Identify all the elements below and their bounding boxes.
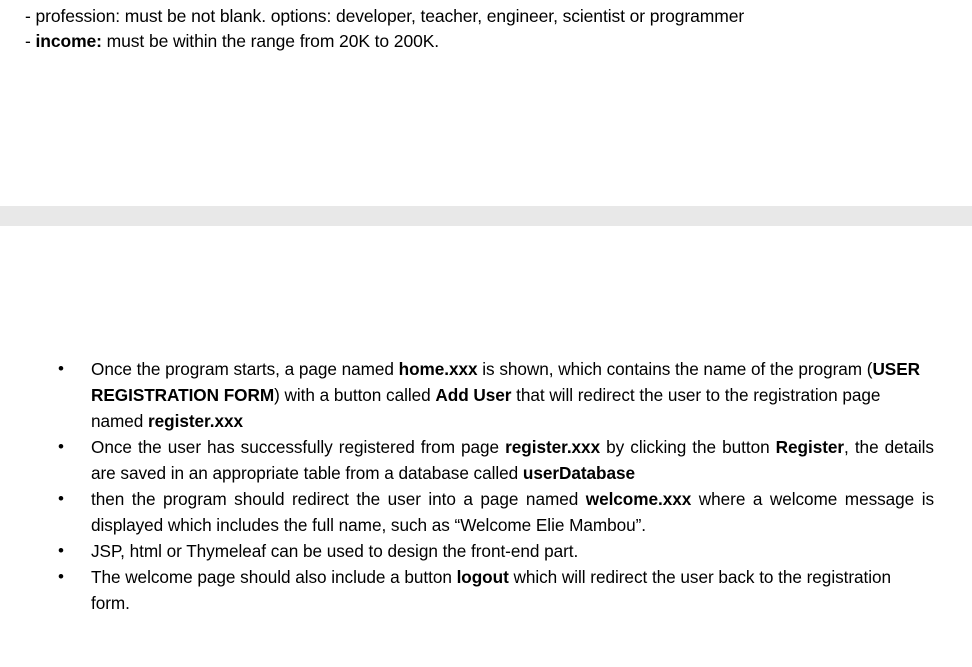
bullet-register-page-run-5-bold: userDatabase: [522, 463, 636, 483]
page-break-separator: [0, 206, 972, 226]
bullet-register-page-text: Once the user has successfully registere…: [91, 434, 934, 486]
bullet-marker-icon: •: [58, 567, 64, 586]
bullet-frontend-tech-run-0: JSP, html or Thymeleaf can be used to de…: [91, 541, 579, 561]
bullet-welcome-page: • then the program should redirect the us…: [0, 486, 972, 538]
document-page-bottom: • Once the program starts, a page named h…: [0, 226, 972, 667]
bullet-welcome-page-run-1-bold: welcome.xxx: [585, 489, 692, 509]
requirements-bullet-list: • Once the program starts, a page named h…: [0, 356, 972, 616]
spec-line-profession-text: - profession: must be not blank. options…: [25, 6, 745, 26]
bullet-logout-button-run-1-bold: logout: [456, 567, 509, 587]
bullet-home-page-run-5-bold: Add User: [435, 385, 512, 405]
bullet-marker-icon: •: [58, 359, 64, 378]
spec-line-income: - income: must be within the range from …: [25, 29, 955, 54]
bullet-register-page-run-3-bold: Register: [775, 437, 845, 457]
bullet-register-page-run-0: Once the user has successfully registere…: [91, 437, 506, 457]
bullet-frontend-tech-text: JSP, html or Thymeleaf can be used to de…: [91, 541, 578, 561]
bullet-home-page-run-7-bold: register.xxx: [148, 411, 243, 431]
bullet-welcome-page-run-0: then the program should redirect the use…: [91, 489, 586, 509]
bullet-home-page-run-0: Once the program starts, a page named: [91, 359, 399, 379]
bullet-home-page-run-4: ) with a button called: [274, 385, 436, 405]
bullet-home-page-run-1-bold: home.xxx: [398, 359, 478, 379]
document-page-top: - profession: must be not blank. options…: [0, 0, 972, 206]
bullet-home-page-run-2: is shown, which contains the name of the…: [477, 359, 873, 379]
field-spec-list: - profession: must be not blank. options…: [25, 4, 955, 54]
bullet-register-page-run-1-bold: register.xxx: [505, 437, 601, 457]
bullet-logout-button-text: The welcome page should also include a b…: [91, 567, 891, 613]
bullet-home-page: • Once the program starts, a page named h…: [0, 356, 972, 434]
bullet-frontend-tech: • JSP, html or Thymeleaf can be used to …: [0, 538, 972, 564]
bullet-logout-button: • The welcome page should also include a …: [0, 564, 972, 616]
bullet-marker-icon: •: [58, 437, 64, 456]
spec-line-income-label: income:: [35, 31, 103, 51]
bullet-register-page-run-2: by clicking the button: [600, 437, 776, 457]
spec-line-income-dash: -: [25, 31, 36, 51]
bullet-welcome-page-text: then the program should redirect the use…: [91, 486, 934, 538]
bullet-marker-icon: •: [58, 489, 64, 508]
spec-line-profession: - profession: must be not blank. options…: [25, 4, 955, 29]
spec-line-income-rest: must be within the range from 20K to 200…: [101, 31, 440, 51]
bullet-register-page: • Once the user has successfully register…: [0, 434, 972, 486]
bullet-logout-button-run-0: The welcome page should also include a b…: [91, 567, 457, 587]
bullet-marker-icon: •: [58, 541, 64, 560]
bullet-home-page-text: Once the program starts, a page named ho…: [91, 359, 920, 431]
